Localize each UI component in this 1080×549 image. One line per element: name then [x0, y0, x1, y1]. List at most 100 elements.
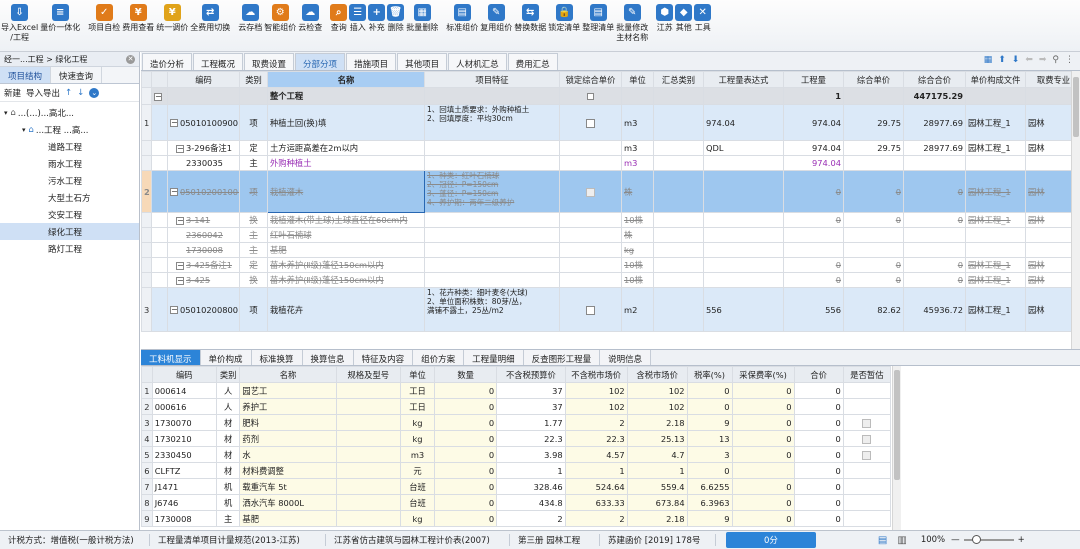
collapse-icon[interactable]: − [154, 92, 162, 101]
column-header[interactable]: 类别 [239, 71, 268, 88]
cell-tax[interactable]: 0 [686, 382, 733, 399]
grid-row[interactable]: 1 −050101009001 项种植土回(换)填 1、回填土质要求：外购种植土 2、… [141, 104, 1071, 141]
cell-p2[interactable]: 22.3 [564, 430, 628, 447]
lock-cell[interactable] [559, 227, 622, 243]
cell-name[interactable]: 水 [239, 446, 337, 463]
cell-tax[interactable]: 9 [686, 414, 733, 431]
toolbar-button-import-excel[interactable]: ⇩ 导入Excel /工程 [0, 0, 39, 43]
cell-feature[interactable] [424, 140, 560, 156]
column-header[interactable]: 编码 [167, 71, 240, 88]
tab-main-7[interactable]: 费用汇总 [507, 53, 558, 70]
cell-expr[interactable] [703, 227, 784, 243]
lock-cell[interactable] [559, 212, 622, 228]
lock-checkbox[interactable] [586, 305, 595, 315]
resource-row[interactable]: 6 CLFTZ 材材料费调整元 0 1 1 1 0 0 [141, 462, 892, 479]
grid-row[interactable]: 2330035 主外购种植土 m3 974.04 [141, 155, 1071, 171]
import-export-button[interactable]: 导入导出 [26, 87, 60, 99]
resource-column-header[interactable]: 税率(%) [686, 366, 733, 383]
cell-name[interactable]: 基肥 [239, 510, 337, 527]
tab-detail-6[interactable]: 工程量明细 [464, 350, 524, 365]
resource-column-header[interactable]: 数量 [434, 366, 498, 383]
cell-p2[interactable]: 2 [564, 510, 628, 527]
cell-name[interactable]: 材料费调整 [239, 462, 337, 479]
resource-row[interactable]: 1 000614 人园艺工 工日 0 37 102 102 0 0 0 [141, 382, 892, 399]
tree-item[interactable]: 路灯工程 [0, 240, 139, 257]
resource-column-header[interactable]: 采保费率(%) [731, 366, 795, 383]
cell-name[interactable]: 洒水汽车 8000L [239, 494, 337, 511]
cell-feature[interactable] [424, 272, 560, 288]
provisional-cell[interactable] [842, 494, 892, 511]
cell-p3[interactable]: 4.7 [626, 446, 688, 463]
lock-cell[interactable] [559, 257, 622, 273]
cell-expr[interactable]: 974.04 [703, 104, 784, 141]
cell-feature[interactable]: 1、回填土质要求：外购种植土 2、回填厚度：平均30cm [424, 104, 560, 141]
cell-p3[interactable]: 2.18 [626, 414, 688, 431]
column-header[interactable]: 单位 [621, 71, 654, 88]
collapse-triangle-icon[interactable]: ▾ [4, 109, 8, 117]
column-header[interactable]: 工程量 [783, 71, 844, 88]
grid-row[interactable]: 2 −050102001001 项栽植灌木 1、种类：红叶石楠球 2、冠径：P=150… [141, 170, 1071, 213]
lock-cell[interactable] [559, 170, 622, 213]
provisional-cell[interactable] [842, 478, 892, 495]
provisional-cell[interactable] [842, 510, 892, 527]
tab-detail-5[interactable]: 组价方案 [413, 350, 465, 365]
cell-tax[interactable]: 0 [686, 462, 733, 479]
move-up-icon[interactable]: ↑ [65, 88, 72, 98]
provisional-cell[interactable] [842, 382, 892, 399]
resource-row[interactable]: 3 1730070 材肥料 kg 0 1.77 2 2.18 9 0 0 [141, 414, 892, 431]
resource-scrollbar[interactable] [892, 366, 901, 530]
cell-file[interactable] [965, 227, 1026, 243]
collapse-icon[interactable]: − [170, 119, 178, 127]
cell-expr[interactable] [703, 212, 784, 228]
tab-main-1[interactable]: 工程概况 [193, 53, 244, 70]
grid-row[interactable]: 3 −050102008001 项栽植花卉 1、花卉种类：细叶麦冬(大球) 2、单位面… [141, 287, 1071, 332]
cell-p3[interactable]: 673.84 [626, 494, 688, 511]
toolbar-button-jiangsu[interactable]: ⬢ 江苏 [655, 0, 674, 33]
cell-feature[interactable] [424, 227, 560, 243]
column-header[interactable]: 单价构成文件 [965, 71, 1026, 88]
cell-tax[interactable]: 6.6255 [686, 478, 733, 495]
cell-name[interactable]: 基肥 [267, 242, 425, 258]
resource-column-header[interactable]: 单位 [399, 366, 436, 383]
cell-name[interactable]: 养护工 [239, 398, 337, 415]
lock-cell[interactable] [559, 104, 622, 141]
cell-p3[interactable]: 102 [626, 382, 688, 399]
resource-row[interactable]: 8 J6746 机洒水汽车 8000L 台班 0 434.8 633.33 673.84 6.3… [141, 494, 892, 511]
resource-column-header[interactable]: 合价 [793, 366, 844, 383]
cell-expr[interactable] [703, 257, 784, 273]
cell-p2[interactable]: 1 [564, 462, 628, 479]
cell-tax[interactable]: 6.3963 [686, 494, 733, 511]
tab-main-0[interactable]: 造价分析 [142, 53, 193, 70]
cell-name[interactable]: 药剂 [239, 430, 337, 447]
cell-file[interactable]: 园林工程_1 [965, 212, 1026, 228]
cell-p2[interactable]: 633.33 [564, 494, 628, 511]
more-icon[interactable]: ⋮ [1065, 55, 1074, 65]
resource-column-header[interactable]: 类别 [215, 366, 241, 383]
cell-name[interactable]: 肥料 [239, 414, 337, 431]
resource-column-header[interactable]: 不含税预算价 [496, 366, 566, 383]
tree-item[interactable]: 绿化工程 [0, 223, 139, 240]
cell-tax[interactable]: 0 [686, 398, 733, 415]
resource-row[interactable]: 5 2330450 材水 m3 0 3.98 4.57 4.7 3 0 0 [141, 446, 892, 463]
tab-detail-3[interactable]: 换算信息 [302, 350, 354, 365]
lock-checkbox[interactable] [586, 118, 595, 128]
resource-column-header[interactable]: 规格及型号 [335, 366, 401, 383]
cell-spec[interactable]: 园林 [1025, 104, 1071, 141]
cell-p3[interactable]: 2.18 [626, 510, 688, 527]
zoom-out-icon[interactable]: — [951, 535, 960, 545]
move-down-icon[interactable]: ↓ [77, 88, 84, 98]
lock-cell[interactable] [559, 272, 622, 288]
cell-name[interactable]: 红叶石楠球 [267, 227, 425, 243]
lock-cell[interactable] [559, 287, 622, 332]
toolbar-button-full-fee-switch[interactable]: ⇄ 全费用切换 [189, 0, 231, 33]
collapse-icon[interactable]: − [170, 188, 178, 196]
toolbar-button-reuse-price[interactable]: ✎ 复用组价 [479, 0, 513, 33]
provisional-cell[interactable] [842, 430, 892, 447]
lock-cell[interactable] [559, 140, 622, 156]
tab-main-2[interactable]: 取费设置 [244, 53, 295, 70]
tab-detail-0[interactable]: 工料机显示 [141, 350, 201, 365]
cell-expr[interactable]: 556 [703, 287, 784, 332]
toolbar-button-supplement[interactable]: + 补充 [367, 0, 386, 33]
resource-column-header[interactable]: 是否暂估 [842, 366, 892, 383]
provisional-cell[interactable] [842, 414, 892, 431]
